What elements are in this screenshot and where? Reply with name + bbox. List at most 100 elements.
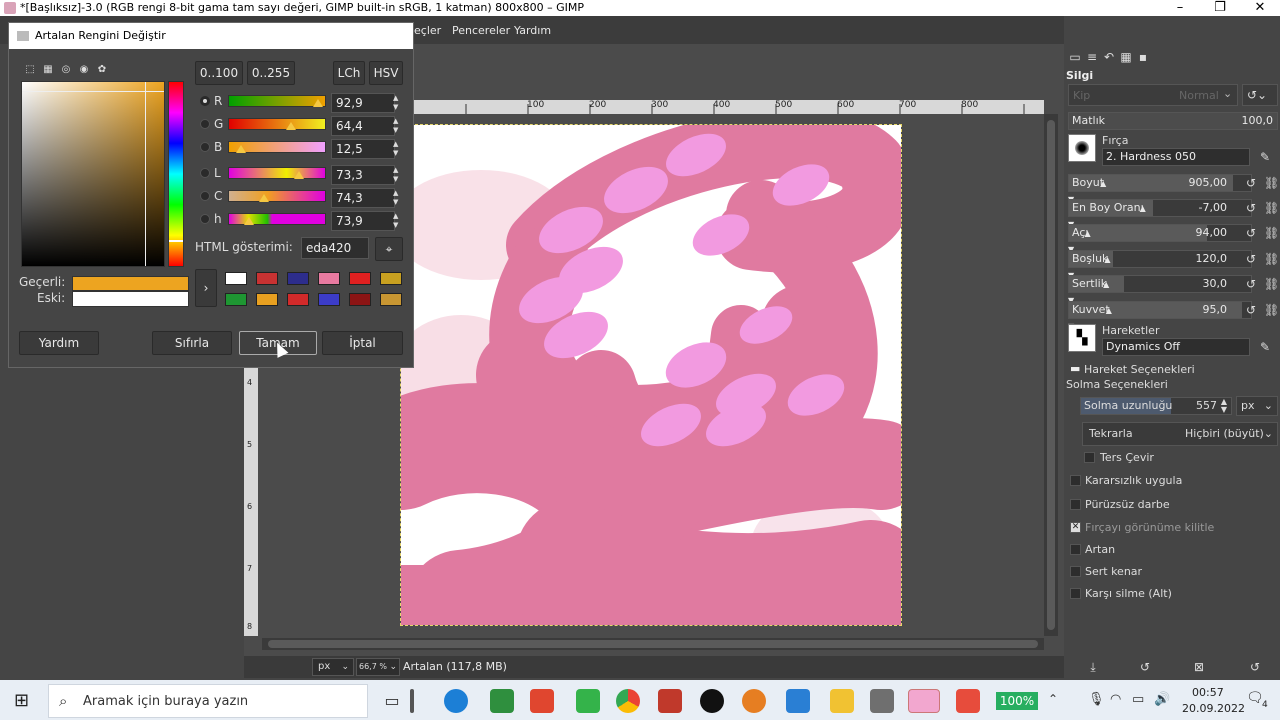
dynamics-name-field[interactable]: Dynamics Off <box>1102 338 1250 356</box>
channel-radio[interactable] <box>200 191 210 201</box>
wifi-icon[interactable]: ◠ <box>1110 692 1121 707</box>
edit-brush-icon[interactable]: ✎ <box>1258 150 1272 164</box>
device-status-tab-icon[interactable]: ≡ <box>1085 50 1099 64</box>
undo-history-tab-icon[interactable]: ↶ <box>1102 50 1116 64</box>
images-tab-icon[interactable]: ▦ <box>1119 50 1133 64</box>
saturation-value-picker[interactable] <box>21 81 165 267</box>
brush-name-field[interactable]: 2. Hardness 050 <box>1102 148 1250 166</box>
image-canvas[interactable] <box>400 124 902 626</box>
channel-value-input[interactable]: 64,4 <box>331 116 395 136</box>
tool-option-slider[interactable]: En Boy Oranı-7,00▲▼ <box>1068 199 1252 229</box>
gimp-active-window-icon[interactable] <box>908 689 940 713</box>
zoom-select[interactable]: 66,7 % ⌄ <box>356 658 400 676</box>
hue-strip[interactable] <box>168 81 184 267</box>
link-icon[interactable]: ⛓ <box>1264 176 1279 190</box>
mode-select[interactable]: Kip Normal ⌄ <box>1068 84 1238 106</box>
reset-icon[interactable]: ↺ <box>1244 277 1258 291</box>
channel-slider[interactable] <box>228 141 326 153</box>
tool-option-slider[interactable]: Boşluk120,0▲▼ <box>1068 250 1252 280</box>
slider-handle[interactable] <box>294 171 305 179</box>
restore-options-icon[interactable]: ↺ <box>1138 660 1152 674</box>
option-checkbox[interactable] <box>1070 499 1081 510</box>
reverse-checkbox[interactable] <box>1084 452 1095 463</box>
lch-button[interactable]: LCh <box>333 61 365 85</box>
windows-start-icon[interactable]: ⊞ <box>14 690 29 711</box>
spin-arrows-icon[interactable]: ▲▼ <box>1221 398 1227 414</box>
menu-windows[interactable]: Pencereler <box>452 24 510 37</box>
reset-icon[interactable]: ↺ <box>1244 201 1258 215</box>
help-button[interactable]: Yardım <box>19 331 99 355</box>
unit-select[interactable]: px ⌄ <box>312 658 354 676</box>
fade-unit-select[interactable]: px ⌄ <box>1236 396 1278 416</box>
option-checkbox[interactable] <box>1070 566 1081 577</box>
color-history-swatch[interactable] <box>287 272 309 285</box>
cancel-button[interactable]: İptal <box>322 331 403 355</box>
camtasia-icon[interactable] <box>576 689 600 713</box>
color-history-swatch[interactable] <box>380 272 402 285</box>
reset-icon[interactable]: ↺ <box>1244 176 1258 190</box>
channel-radio[interactable] <box>200 168 210 178</box>
spin-arrows-icon[interactable]: ▲▼ <box>393 140 403 158</box>
channel-slider[interactable] <box>228 213 326 225</box>
link-icon[interactable]: ⛓ <box>1264 303 1279 317</box>
edge-browser-icon[interactable] <box>444 689 468 713</box>
repeat-select[interactable]: Tekrarla Hiçbiri (büyüt) ⌄ <box>1082 422 1278 446</box>
clock-time[interactable]: 00:57 <box>1192 686 1224 699</box>
show-hidden-icons-icon[interactable]: ⌃ <box>1048 692 1058 706</box>
channel-slider[interactable] <box>228 190 326 202</box>
hsv-button[interactable]: HSV <box>369 61 403 85</box>
save-options-icon[interactable]: ⤓ <box>1086 660 1100 674</box>
color-history-swatch[interactable] <box>225 272 247 285</box>
opacity-slider[interactable]: Matlık 100,0 <box>1068 112 1278 130</box>
option-checkbox[interactable] <box>1070 544 1081 555</box>
microphone-icon[interactable]: 🎙 <box>1088 692 1105 707</box>
color-picker-button[interactable]: ⌖ <box>375 237 403 261</box>
slider-handle[interactable] <box>285 122 296 130</box>
reset-icon[interactable]: ↺ <box>1244 252 1258 266</box>
channel-radio[interactable] <box>200 214 210 224</box>
html-notation-input[interactable]: eda420 <box>301 237 369 259</box>
task-view-icon[interactable]: ▭ <box>380 689 404 713</box>
channel-value-input[interactable]: 92,9 <box>331 93 395 113</box>
collapse-icon[interactable]: ▬ <box>1070 362 1080 375</box>
range-0-100-button[interactable]: 0..100 <box>195 61 243 85</box>
fade-length-field[interactable]: Solma uzunluğu 557 ▲ ▼ <box>1080 397 1232 415</box>
clock-date[interactable]: 20.09.2022 <box>1182 702 1245 715</box>
link-icon[interactable]: ⛓ <box>1264 252 1279 266</box>
close-window-button[interactable]: ✕ <box>1240 0 1280 16</box>
slider-handle[interactable] <box>258 194 269 202</box>
tool-options-tab-icon[interactable]: ▭ <box>1068 50 1082 64</box>
link-icon[interactable]: ⛓ <box>1264 277 1279 291</box>
menu-help[interactable]: Yardım <box>514 24 551 37</box>
pointer-tab-icon[interactable]: ▪ <box>1136 50 1150 64</box>
horizontal-scrollbar[interactable] <box>262 638 1044 650</box>
gimp-taskbar-icon[interactable] <box>870 689 894 713</box>
color-history-swatch[interactable] <box>225 293 247 306</box>
taskbar-search-box[interactable]: ⌕ Aramak için buraya yazın <box>48 684 368 718</box>
media-app-icon[interactable] <box>658 689 682 713</box>
channel-slider[interactable] <box>228 95 326 107</box>
reset-mode-button[interactable]: ↺⌄ <box>1242 84 1278 106</box>
color-history-swatch[interactable] <box>380 293 402 306</box>
channel-value-input[interactable]: 12,5 <box>331 139 395 159</box>
maximize-button[interactable]: ❐ <box>1200 0 1240 16</box>
gimp-selector-icon[interactable]: ⬚ <box>23 63 37 77</box>
tiktok-icon[interactable] <box>700 689 724 713</box>
channel-value-input[interactable]: 73,9 <box>331 211 395 231</box>
spin-arrows-icon[interactable]: ▲▼ <box>393 189 403 207</box>
spin-arrows-icon[interactable]: ▲▼ <box>393 117 403 135</box>
option-checkbox[interactable] <box>1070 588 1081 599</box>
wheel-selector-icon[interactable]: ◉ <box>77 63 91 77</box>
cmyk-selector-icon[interactable]: ▦ <box>41 63 55 77</box>
letter-l-app-icon[interactable] <box>786 689 810 713</box>
color-history-swatch[interactable] <box>318 272 340 285</box>
color-history-swatch[interactable] <box>287 293 309 306</box>
color-history-swatch[interactable] <box>349 293 371 306</box>
channel-value-input[interactable]: 74,3 <box>331 188 395 208</box>
channel-slider[interactable] <box>228 118 326 130</box>
edit-dynamics-icon[interactable]: ✎ <box>1258 340 1272 354</box>
color-history-swatch[interactable] <box>256 272 278 285</box>
dynamics-preview[interactable]: ▚ <box>1068 324 1096 352</box>
recorder-icon[interactable] <box>956 689 980 713</box>
channel-radio[interactable] <box>200 96 210 106</box>
